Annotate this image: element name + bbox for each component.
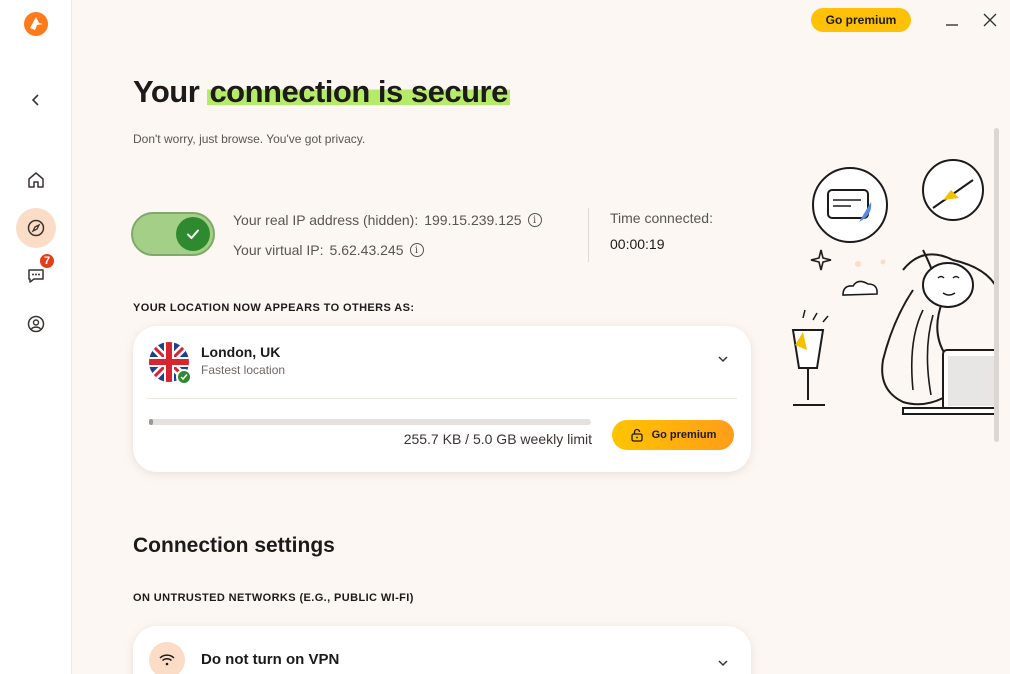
usage-progress-fill [149, 419, 154, 425]
info-icon[interactable]: i [527, 213, 542, 227]
time-value: 00:00:19 [610, 236, 665, 252]
vpn-toggle[interactable] [131, 212, 215, 256]
notification-badge: 7 [38, 252, 56, 270]
premium-label: Go premium [651, 429, 717, 441]
divider [588, 208, 589, 262]
location-name: London, UK [201, 344, 281, 360]
minimize-icon [946, 24, 958, 26]
minimize-button[interactable] [937, 6, 967, 34]
connected-check-icon [176, 369, 192, 385]
location-section-label: YOUR LOCATION NOW APPEARS TO OTHERS AS: [133, 302, 415, 314]
ip-info: Your real IP address (hidden): 199.15.23… [233, 209, 542, 269]
untrusted-network-value: Do not turn on VPN [201, 651, 340, 668]
sidebar-item-account[interactable] [16, 304, 56, 344]
account-icon [27, 315, 45, 333]
sidebar-item-home[interactable] [16, 160, 56, 200]
real-ip-row: Your real IP address (hidden): 199.15.23… [233, 209, 542, 231]
chevron-left-icon [31, 94, 39, 106]
compass-icon [27, 219, 45, 237]
time-label: Time connected: [610, 210, 713, 226]
close-button[interactable] [975, 6, 1005, 34]
untrusted-networks-label: ON UNTRUSTED NETWORKS (E.G., PUBLIC WI-F… [133, 592, 414, 604]
app-logo [16, 4, 56, 44]
untrusted-network-dropdown[interactable]: Do not turn on VPN [133, 626, 751, 674]
virtual-ip-row: Your virtual IP: 5.62.43.245 i [233, 239, 542, 261]
real-ip-value: 199.15.239.125 [424, 212, 522, 228]
card-divider [147, 398, 737, 399]
home-icon [28, 172, 44, 188]
toggle-knob [176, 217, 210, 251]
title-highlight: connection is secure [207, 74, 510, 109]
page-title: Your connection is secure [133, 74, 510, 110]
sidebar: 7 [0, 0, 72, 674]
virtual-ip-value: 5.62.43.245 [329, 242, 404, 258]
usage-limit-text: 255.7 KB / 5.0 GB weekly limit [403, 431, 592, 447]
unlock-icon [630, 428, 643, 442]
illustration-person-laptop [791, 159, 998, 415]
settings-title: Connection settings [133, 534, 335, 557]
real-ip-label: Your real IP address (hidden): [233, 212, 419, 228]
go-premium-button[interactable]: Go premium [612, 420, 734, 450]
back-button[interactable] [16, 80, 56, 120]
location-sub: Fastest location [201, 363, 286, 377]
info-icon[interactable]: i [409, 243, 424, 257]
sidebar-item-messages[interactable]: 7 [16, 252, 56, 296]
page-subtitle: Don't worry, just browse. You've got pri… [133, 132, 366, 146]
virtual-ip-label: Your virtual IP: [233, 242, 324, 258]
title-plain: Your [133, 74, 200, 109]
location-card[interactable]: London, UK Fastest location 255.7 KB / 5… [133, 326, 751, 472]
usage-progress-bar [149, 419, 591, 425]
avast-logo-icon [24, 12, 48, 36]
close-icon [983, 13, 997, 27]
main-content: Go premium Your connection is secure Don… [73, 0, 1010, 674]
wifi-lock-icon [149, 642, 185, 674]
chevron-down-icon[interactable] [717, 656, 729, 674]
time-connected: Time connected: 00:00:19 [610, 210, 713, 252]
chevron-down-icon[interactable] [717, 352, 729, 370]
go-premium-button[interactable]: Go premium [811, 8, 911, 32]
sidebar-item-explore[interactable] [16, 208, 56, 248]
checkmark-icon [187, 229, 199, 239]
scrollbar[interactable] [994, 128, 999, 442]
